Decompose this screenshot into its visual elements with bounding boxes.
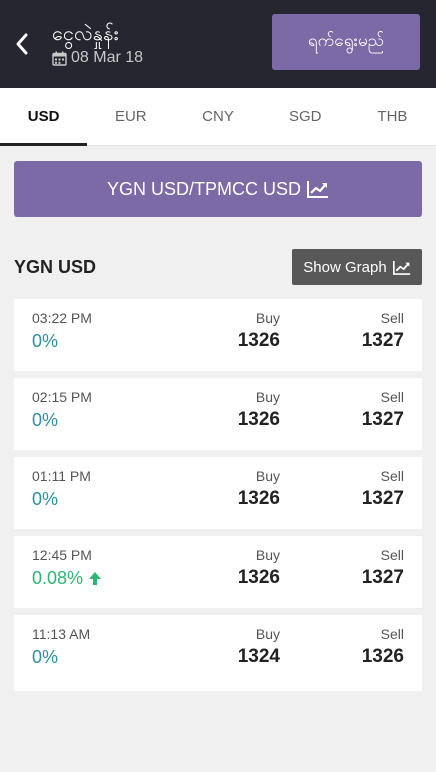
sell-rate: 1327 bbox=[361, 330, 404, 351]
section-header: YGN USD Show Graph bbox=[14, 249, 422, 285]
sell-rate: 1326 bbox=[361, 646, 404, 667]
buy-label: Buy bbox=[255, 547, 280, 563]
sell-label: Sell bbox=[380, 310, 404, 326]
compare-graph-label: YGN USD/TPMCC USD bbox=[106, 178, 301, 199]
page-title: ငွေလဲနှုန်း bbox=[52, 21, 119, 45]
rate-change-value: 0% bbox=[32, 489, 59, 509]
currency-tabs: USD EUR CNY SGD THB bbox=[0, 88, 436, 146]
date-text: 08 Mar 18 bbox=[71, 49, 144, 66]
buy-rate: 1324 bbox=[237, 646, 280, 667]
rate-time: 11:13 AM bbox=[32, 626, 91, 642]
line-chart-icon bbox=[307, 181, 328, 198]
tab-eur[interactable]: EUR bbox=[87, 88, 174, 145]
rate-time: 12:45 PM bbox=[32, 547, 92, 563]
list-item: 12:45 PM 0.08% Buy 1326 Sell 1327 bbox=[14, 536, 422, 608]
back-arrow-icon bbox=[16, 33, 28, 55]
sell-label: Sell bbox=[380, 547, 404, 563]
tab-cny[interactable]: CNY bbox=[174, 88, 261, 145]
buy-rate: 1326 bbox=[237, 567, 280, 588]
rate-time: 01:11 PM bbox=[32, 468, 91, 484]
show-graph-button[interactable]: Show Graph bbox=[292, 249, 422, 285]
line-chart-icon bbox=[392, 260, 410, 275]
rate-time: 03:22 PM bbox=[32, 310, 92, 326]
app-header: ငွေလဲနှုန်း 08 Mar 18 ရက်ရွေးမည် bbox=[0, 0, 436, 88]
section-title: YGN USD bbox=[14, 256, 97, 277]
rate-change: 0% bbox=[32, 489, 58, 510]
list-item: 11:13 AM 0% Buy 1324 Sell 1326 bbox=[14, 615, 422, 691]
rate-change: 0% bbox=[32, 410, 58, 431]
buy-label: Buy bbox=[255, 468, 280, 484]
rate-change: 0% bbox=[32, 331, 58, 352]
buy-rate: 1326 bbox=[237, 330, 280, 351]
buy-label: Buy bbox=[255, 310, 280, 326]
rate-change-value: 0% bbox=[32, 331, 59, 351]
show-graph-label: Show Graph bbox=[303, 258, 387, 276]
rate-time: 02:15 PM bbox=[32, 389, 92, 405]
list-item: 01:11 PM 0% Buy 1326 Sell 1327 bbox=[14, 457, 422, 529]
list-item: 02:15 PM 0% Buy 1326 Sell 1327 bbox=[14, 378, 422, 450]
buy-label: Buy bbox=[255, 389, 280, 405]
rate-change: 0.08% bbox=[32, 568, 102, 589]
current-date: 08 Mar 18 bbox=[52, 49, 143, 67]
arrow-up-icon bbox=[89, 572, 102, 585]
select-date-button[interactable]: ရက်ရွေးမည် bbox=[272, 14, 420, 70]
back-button[interactable] bbox=[0, 0, 44, 88]
sell-rate: 1327 bbox=[361, 488, 404, 509]
sell-label: Sell bbox=[380, 468, 404, 484]
buy-rate: 1326 bbox=[237, 488, 280, 509]
compare-graph-button[interactable]: YGN USD/TPMCC USD bbox=[14, 161, 422, 217]
buy-label: Buy bbox=[255, 626, 280, 642]
tab-usd[interactable]: USD bbox=[0, 88, 88, 146]
rate-change-value: 0.08% bbox=[32, 568, 84, 588]
list-item: 03:22 PM 0% Buy 1326 Sell 1327 bbox=[14, 299, 422, 371]
calendar-icon bbox=[52, 51, 67, 66]
rate-change: 0% bbox=[32, 647, 58, 668]
header-title-group: ငွေလဲနှုန်း 08 Mar 18 bbox=[52, 21, 143, 67]
sell-rate: 1327 bbox=[361, 567, 404, 588]
buy-rate: 1326 bbox=[237, 409, 280, 430]
tab-thb[interactable]: THB bbox=[349, 88, 436, 145]
sell-rate: 1327 bbox=[361, 409, 404, 430]
tab-sgd[interactable]: SGD bbox=[262, 88, 349, 145]
sell-label: Sell bbox=[380, 626, 404, 642]
sell-label: Sell bbox=[380, 389, 404, 405]
rate-change-value: 0% bbox=[32, 647, 59, 667]
rate-change-value: 0% bbox=[32, 410, 59, 430]
rate-list: 03:22 PM 0% Buy 1326 Sell 1327 02:15 PM … bbox=[14, 299, 422, 691]
